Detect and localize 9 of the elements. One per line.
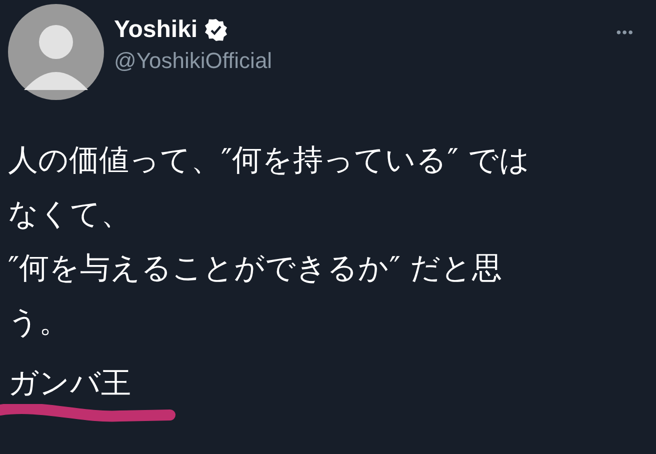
- tweet-text-line: ″何を与えることができるか″ だと思: [8, 250, 502, 288]
- tweet-text-line: 人の価値って、″何を持っている″ では: [8, 142, 530, 180]
- tweet-text-line: なくて、: [8, 196, 131, 234]
- signature-text: ガンバ王: [8, 365, 131, 403]
- tweet-text-line: う。: [8, 304, 69, 342]
- author-handle: @YoshikiOfficial: [114, 48, 274, 74]
- more-button[interactable]: •••: [616, 24, 634, 40]
- author-name[interactable]: Yoshiki: [114, 16, 198, 44]
- avatar-icon[interactable]: [8, 4, 104, 100]
